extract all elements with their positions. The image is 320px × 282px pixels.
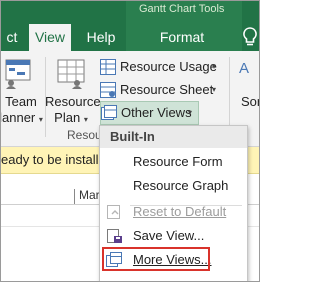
resource-usage-label: Resource Usage (120, 59, 217, 74)
info-bar-text: eady to be installec (1, 152, 113, 167)
resource-plan-label-1[interactable]: Resource (45, 94, 101, 110)
resource-sheet-label: Resource Sheet (120, 82, 214, 97)
tab-project[interactable]: ct (1, 24, 23, 51)
more-views-highlight-box (102, 247, 210, 271)
sort-icon[interactable]: A (239, 61, 259, 77)
other-views-label: Other Views (121, 105, 192, 120)
contextual-tools-label: Gantt Chart Tools (139, 3, 225, 15)
menu-item-save-view[interactable]: Save View... (100, 224, 247, 248)
tab-help[interactable]: Help (79, 24, 123, 51)
menu-item-resource-graph[interactable]: Resource Graph (100, 174, 247, 198)
resource-usage-caret-icon: ▾ (212, 62, 217, 71)
timeline-label-mar: Mar (79, 188, 100, 202)
sort-label[interactable]: Sor (241, 94, 259, 110)
resource-plan-icon[interactable] (57, 59, 85, 89)
timeline-tick (74, 189, 75, 204)
reset-view-icon (106, 204, 123, 220)
resources-group-label: Resou (67, 128, 102, 142)
team-planner-label-text: lanner (0, 110, 36, 125)
save-view-icon (106, 228, 123, 244)
resource-usage-button[interactable]: Resource Usage ▾ (100, 56, 220, 78)
menu-item-label: Save View... (133, 228, 205, 243)
menu-header-label: Built-In (110, 129, 155, 144)
resource-plan-caret-icon: ▾ (83, 115, 88, 124)
other-views-button[interactable]: Other Views ▾ (100, 101, 199, 125)
resource-plan-label-2[interactable]: Plan ▾ (45, 110, 97, 128)
menu-item-label: Reset to Default (133, 204, 227, 219)
team-planner-icon[interactable] (5, 59, 31, 89)
tab-view[interactable]: View (29, 24, 71, 51)
tab-format[interactable]: Format (151, 24, 213, 51)
team-planner-label-1[interactable]: Team (1, 94, 41, 110)
menu-item-label: Resource Form (133, 154, 223, 169)
other-views-icon (101, 105, 117, 121)
team-planner-caret-icon: ▾ (38, 115, 43, 124)
resource-sheet-icon (100, 82, 116, 98)
tell-me-bulb-icon[interactable] (241, 26, 259, 48)
team-planner-label-2[interactable]: lanner ▾ (0, 110, 45, 128)
menu-item-reset-to-default[interactable]: Reset to Default (100, 200, 247, 224)
menu-header: Built-In (100, 126, 247, 148)
resource-sheet-button[interactable]: Resource Sheet ▾ (100, 79, 220, 101)
resource-usage-icon (100, 59, 116, 75)
other-views-caret-icon: ▾ (188, 108, 193, 117)
resource-sheet-caret-icon: ▾ (212, 85, 217, 94)
resource-plan-label-text: Plan (54, 110, 81, 125)
app-window: Gantt Chart Tools ct View Help Format Te… (0, 0, 260, 282)
menu-item-label: Resource Graph (133, 178, 229, 193)
menu-item-resource-form[interactable]: Resource Form (100, 150, 247, 174)
